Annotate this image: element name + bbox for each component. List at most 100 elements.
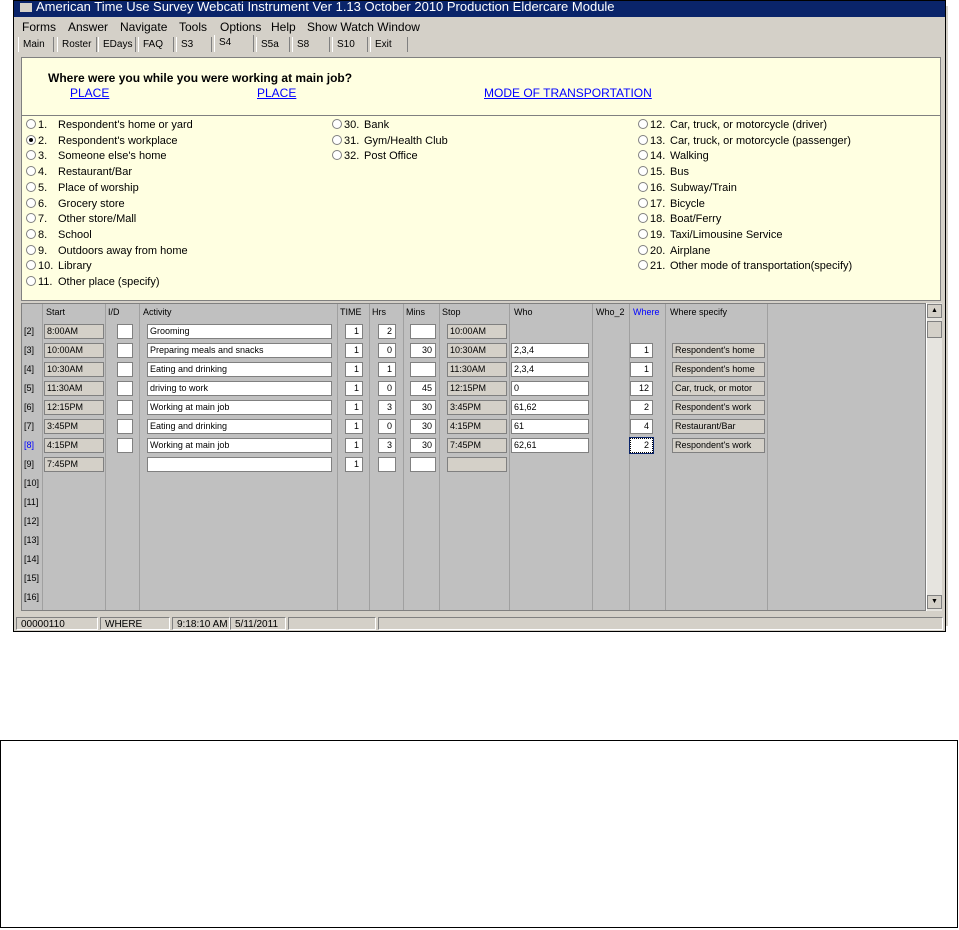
grid-cell-activity[interactable]: Eating and drinking	[147, 362, 332, 377]
radio-button[interactable]	[26, 228, 36, 239]
radio-button[interactable]	[26, 197, 36, 208]
radio-button[interactable]	[26, 276, 36, 287]
radio-button[interactable]	[638, 181, 648, 192]
grid-cell-time[interactable]: 1	[345, 419, 363, 434]
radio-button[interactable]	[332, 150, 342, 161]
grid-cell-where[interactable]: 2	[629, 437, 654, 454]
grid-cell-mins[interactable]: 45	[410, 381, 436, 396]
option-item[interactable]: 8. School	[26, 228, 92, 242]
radio-button[interactable]	[638, 166, 648, 177]
radio-button[interactable]	[638, 228, 648, 239]
grid-cell-where[interactable]: 2	[630, 400, 653, 415]
option-item[interactable]: 13. Car, truck, or motorcycle (passenger)	[638, 134, 851, 148]
menu-answer[interactable]: Answer	[68, 20, 108, 34]
grid-cell-who[interactable]: 62,61	[511, 438, 589, 453]
scroll-thumb[interactable]	[927, 321, 942, 338]
grid-cell-hrs[interactable]: 1	[378, 362, 396, 377]
option-item[interactable]: 21. Other mode of transportation(specify)	[638, 259, 852, 273]
tab-s3[interactable]: S3	[176, 37, 212, 52]
grid-cell-where[interactable]: 1	[630, 362, 653, 377]
option-item[interactable]: 12. Car, truck, or motorcycle (driver)	[638, 118, 827, 132]
option-item[interactable]: 15. Bus	[638, 165, 689, 179]
grid-cell-mins[interactable]	[410, 362, 436, 377]
radio-button[interactable]	[26, 181, 36, 192]
grid-cell-id[interactable]	[117, 419, 133, 434]
option-item[interactable]: 1. Respondent's home or yard	[26, 118, 193, 132]
radio-button[interactable]	[332, 119, 342, 130]
grid-cell-id[interactable]	[117, 438, 133, 453]
grid-cell-hrs[interactable]: 3	[378, 400, 396, 415]
option-item[interactable]: 10. Library	[26, 259, 92, 273]
grid-cell-hrs[interactable]: 2	[378, 324, 396, 339]
grid-cell-id[interactable]	[117, 324, 133, 339]
grid-cell-mins[interactable]	[410, 324, 436, 339]
grid-cell-time[interactable]: 1	[345, 457, 363, 472]
option-item[interactable]: 31. Gym/Health Club	[332, 134, 448, 148]
grid-cell-hrs[interactable]: 0	[378, 419, 396, 434]
radio-button[interactable]	[26, 166, 36, 177]
radio-button[interactable]	[332, 134, 342, 145]
grid-cell-mins[interactable]: 30	[410, 419, 436, 434]
grid-cell-who[interactable]: 61	[511, 419, 589, 434]
grid-cell-mins[interactable]	[410, 457, 436, 472]
grid-cell-time[interactable]: 1	[345, 381, 363, 396]
grid-cell-activity[interactable]: Grooming	[147, 324, 332, 339]
grid-cell-time[interactable]: 1	[345, 362, 363, 377]
grid-cell-activity[interactable]	[147, 457, 332, 472]
grid-cell-time[interactable]: 1	[345, 400, 363, 415]
grid-cell-who[interactable]: 2,3,4	[511, 343, 589, 358]
option-item[interactable]: 7. Other store/Mall	[26, 212, 136, 226]
grid-cell-activity[interactable]: Working at main job	[147, 400, 332, 415]
menu-options[interactable]: Options	[220, 20, 261, 34]
grid-cell-where[interactable]: 4	[630, 419, 653, 434]
scroll-up-arrow-icon[interactable]: ▲	[927, 304, 942, 318]
tab-s8[interactable]: S8	[292, 37, 330, 52]
option-item[interactable]: 6. Grocery store	[26, 197, 125, 211]
place-header-2[interactable]: PLACE	[257, 86, 296, 100]
menu-navigate[interactable]: Navigate	[120, 20, 167, 34]
grid-cell-who[interactable]: 2,3,4	[511, 362, 589, 377]
menu-help[interactable]: Help	[271, 20, 296, 34]
option-item[interactable]: 3. Someone else's home	[26, 149, 167, 163]
radio-button[interactable]	[26, 213, 36, 224]
grid-cell-hrs[interactable]: 0	[378, 381, 396, 396]
option-item[interactable]: 17. Bicycle	[638, 197, 705, 211]
grid-cell-activity[interactable]: Eating and drinking	[147, 419, 332, 434]
grid-cell-id[interactable]	[117, 381, 133, 396]
tab-main[interactable]: Main	[18, 37, 54, 52]
option-item[interactable]: 19. Taxi/Limousine Service	[638, 228, 783, 242]
grid-cell-hrs[interactable]: 3	[378, 438, 396, 453]
option-item[interactable]: 9. Outdoors away from home	[26, 244, 188, 258]
radio-button[interactable]	[638, 213, 648, 224]
tab-faq[interactable]: FAQ	[138, 37, 174, 52]
option-item[interactable]: 18. Boat/Ferry	[638, 212, 721, 226]
radio-button[interactable]	[638, 119, 648, 130]
option-item[interactable]: 14. Walking	[638, 149, 709, 163]
radio-button[interactable]	[638, 134, 648, 145]
radio-button[interactable]	[638, 150, 648, 161]
option-item[interactable]: 20. Airplane	[638, 244, 710, 258]
grid-cell-where[interactable]: 12	[630, 381, 653, 396]
menu-show-watch-window[interactable]: Show Watch Window	[307, 20, 420, 34]
option-item[interactable]: 32. Post Office	[332, 149, 418, 163]
grid-cell-who[interactable]: 61,62	[511, 400, 589, 415]
menu-forms[interactable]: Forms	[22, 20, 56, 34]
place-header-1[interactable]: PLACE	[70, 86, 109, 100]
scroll-down-arrow-icon[interactable]: ▼	[927, 595, 942, 609]
radio-button[interactable]	[26, 119, 36, 130]
option-item[interactable]: 11. Other place (specify)	[26, 275, 159, 289]
grid-cell-activity[interactable]: Working at main job	[147, 438, 332, 453]
grid-cell-where[interactable]: 1	[630, 343, 653, 358]
transport-header[interactable]: MODE OF TRANSPORTATION	[484, 86, 652, 100]
grid-cell-id[interactable]	[117, 400, 133, 415]
grid-cell-hrs[interactable]: 0	[378, 343, 396, 358]
option-item[interactable]: 16. Subway/Train	[638, 181, 737, 195]
tab-roster[interactable]: Roster	[57, 37, 97, 52]
grid-cell-who[interactable]: 0	[511, 381, 589, 396]
grid-cell-id[interactable]	[117, 362, 133, 377]
grid-cell-activity[interactable]: Preparing meals and snacks	[147, 343, 332, 358]
tab-s10[interactable]: S10	[332, 37, 368, 52]
grid-cell-time[interactable]: 1	[345, 324, 363, 339]
option-item[interactable]: 2. Respondent's workplace	[26, 134, 178, 148]
option-item[interactable]: 5. Place of worship	[26, 181, 139, 195]
